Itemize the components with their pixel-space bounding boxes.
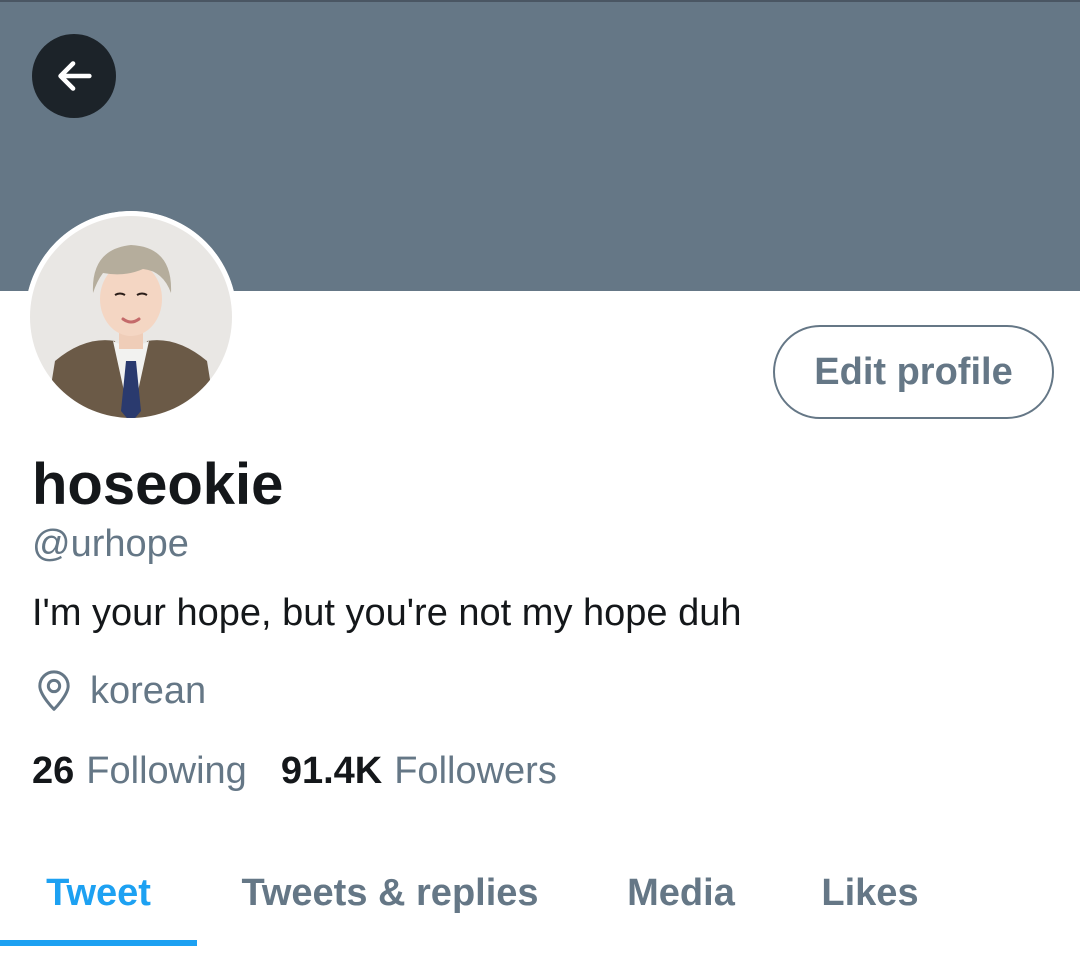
tab-media[interactable]: Media	[583, 840, 779, 946]
profile-stats: 26 Following 91.4K Followers	[32, 746, 557, 796]
profile-tabs: Tweet Tweets & replies Media Likes	[0, 840, 1080, 946]
location-pin-icon	[38, 670, 70, 711]
user-handle: @urhope	[32, 523, 189, 565]
followers-label: Followers	[394, 750, 557, 792]
edit-profile-button[interactable]: Edit profile	[773, 325, 1054, 419]
active-tab-indicator	[0, 940, 197, 946]
tab-tweets-replies[interactable]: Tweets & replies	[197, 840, 583, 946]
following-label: Following	[86, 750, 247, 792]
followers-stat[interactable]: 91.4K Followers	[281, 747, 557, 795]
arrow-left-icon	[58, 61, 92, 91]
back-button[interactable]	[32, 34, 116, 118]
profile-location: korean	[34, 668, 206, 714]
avatar[interactable]	[25, 211, 237, 423]
avatar-photo	[25, 211, 237, 423]
tab-likes[interactable]: Likes	[779, 840, 961, 946]
followers-count: 91.4K	[280, 750, 383, 792]
location-text: korean	[90, 670, 207, 712]
tab-tweet[interactable]: Tweet	[0, 840, 197, 946]
following-count: 26	[32, 750, 75, 792]
following-stat[interactable]: 26 Following	[32, 747, 247, 795]
display-name: hoseokie	[32, 452, 284, 517]
profile-bio: I'm your hope, but you're not my hope du…	[32, 592, 742, 634]
